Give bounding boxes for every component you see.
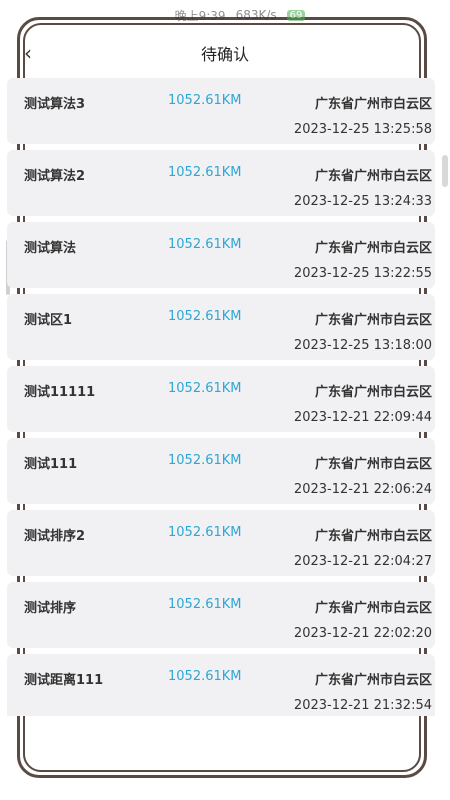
item-address: 广东省广州市白云区	[314, 385, 432, 400]
item-name: 测试排序2	[24, 529, 86, 544]
item-distance: 1052.61KM	[168, 669, 242, 684]
item-address: 广东省广州市白云区	[314, 241, 432, 256]
list-item[interactable]: 测试算法3 1052.61KM 广东省广州市白云区 2023-12-25 13:25:…	[7, 78, 435, 144]
item-distance: 1052.61KM	[168, 237, 242, 252]
status-speed: 683K/s	[235, 8, 277, 22]
item-time: 2023-12-25 13:22:55	[293, 266, 432, 281]
item-address: 广东省广州市白云区	[314, 97, 432, 112]
battery-icon: 69	[286, 9, 306, 21]
item-address: 广东省广州市白云区	[314, 529, 432, 544]
item-time: 2023-12-21 22:02:20	[293, 626, 432, 641]
item-distance: 1052.61KM	[168, 381, 242, 396]
item-time: 2023-12-21 21:32:54	[293, 698, 432, 713]
item-address: 广东省广州市白云区	[314, 673, 432, 688]
item-name: 测试排序	[24, 601, 77, 616]
status-bar: 晚上9:39 683K/s 69	[0, 0, 450, 30]
item-name: 测试距离111	[24, 673, 104, 688]
item-name: 测试11111	[24, 385, 96, 400]
item-distance: 1052.61KM	[168, 165, 242, 180]
page-title: 待确认	[200, 45, 249, 64]
list-item[interactable]: 测试区1 1052.61KM 广东省广州市白云区 2023-12-25 13:18:0…	[7, 294, 435, 360]
back-arrow-icon: ‹	[24, 41, 32, 65]
item-distance: 1052.61KM	[168, 93, 242, 108]
pending-list: 测试算法3 1052.61KM 广东省广州市白云区 2023-12-25 13:25:…	[7, 78, 435, 716]
item-name: 测试区1	[24, 313, 73, 328]
item-name: 测试算法2	[24, 169, 86, 184]
list-item[interactable]: 测试距离111 1052.61KM 广东省广州市白云区 2023-12-21 21:3…	[7, 654, 435, 716]
list-item[interactable]: 测试算法 1052.61KM 广东省广州市白云区 2023-12-25 13:22:5…	[7, 222, 435, 288]
header-bar: ‹ 待确认	[0, 35, 450, 71]
item-distance: 1052.61KM	[168, 597, 242, 612]
item-time: 2023-12-25 13:24:33	[293, 194, 432, 209]
list-item[interactable]: 测试111 1052.61KM 广东省广州市白云区 2023-12-21 22:06:…	[7, 438, 435, 504]
item-name: 测试算法	[24, 241, 77, 256]
item-name: 测试111	[24, 457, 78, 472]
item-address: 广东省广州市白云区	[314, 169, 432, 184]
item-time: 2023-12-21 22:04:27	[293, 554, 432, 569]
item-distance: 1052.61KM	[168, 525, 242, 540]
status-time: 晚上9:39	[174, 8, 226, 23]
list-item[interactable]: 测试排序 1052.61KM 广东省广州市白云区 2023-12-21 22:02:2…	[7, 582, 435, 648]
item-time: 2023-12-25 13:18:00	[293, 338, 432, 353]
back-button[interactable]: ‹	[16, 35, 40, 71]
item-distance: 1052.61KM	[168, 309, 242, 324]
item-distance: 1052.61KM	[168, 453, 242, 468]
item-address: 广东省广州市白云区	[314, 313, 432, 328]
edge-handle-right	[442, 155, 448, 187]
list-item[interactable]: 测试排序2 1052.61KM 广东省广州市白云区 2023-12-21 22:04:…	[7, 510, 435, 576]
item-name: 测试算法3	[24, 97, 86, 112]
item-address: 广东省广州市白云区	[314, 457, 432, 472]
item-address: 广东省广州市白云区	[314, 601, 432, 616]
item-time: 2023-12-21 22:09:44	[293, 410, 432, 425]
list-item[interactable]: 测试算法2 1052.61KM 广东省广州市白云区 2023-12-25 13:24:…	[7, 150, 435, 216]
item-time: 2023-12-25 13:25:58	[293, 122, 432, 137]
item-time: 2023-12-21 22:06:24	[293, 482, 432, 497]
list-item[interactable]: 测试11111 1052.61KM 广东省广州市白云区 2023-12-21 22:0…	[7, 366, 435, 432]
